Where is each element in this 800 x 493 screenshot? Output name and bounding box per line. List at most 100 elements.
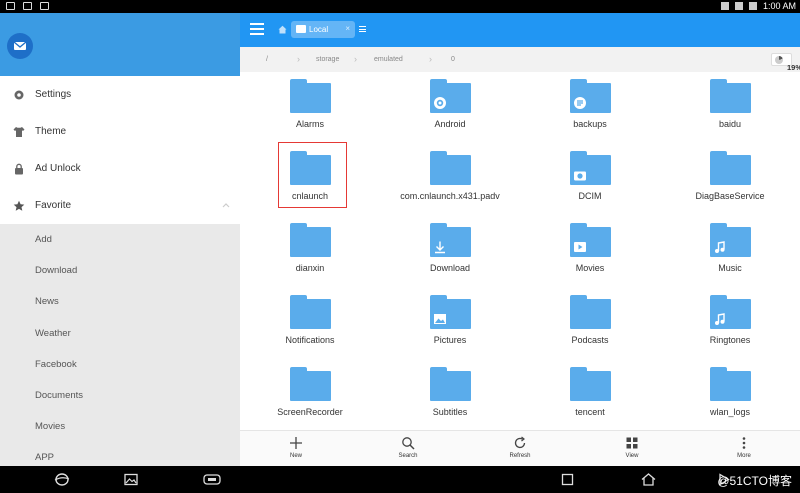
favorite-item-news[interactable]: News: [0, 286, 240, 317]
view-label: View: [625, 453, 639, 459]
folder-label: backups: [573, 119, 607, 129]
mail-icon: [13, 41, 27, 50]
breadcrumb-storage[interactable]: storage: [316, 56, 339, 63]
grid-view-icon: [626, 437, 638, 449]
folder-item[interactable]: wlan_logs: [660, 360, 800, 432]
folder-item[interactable]: Alarms: [240, 72, 380, 144]
folder-item[interactable]: Android: [380, 72, 520, 144]
folder-label: Download: [429, 263, 471, 273]
breadcrumb-0[interactable]: 0: [451, 56, 455, 63]
folder-item[interactable]: DiagBaseService: [660, 144, 800, 216]
folder-label: DCIM: [578, 191, 602, 201]
breadcrumb-root[interactable]: /: [266, 56, 268, 63]
status-notifications: [6, 2, 49, 10]
favorite-item-documents[interactable]: Documents: [0, 380, 240, 411]
download-icon: [433, 240, 447, 254]
browser-icon[interactable]: [54, 473, 70, 486]
gallery-icon[interactable]: [124, 473, 138, 486]
folder-label: DiagBaseService: [695, 191, 765, 201]
vibrate-icon: [720, 2, 729, 10]
folder-label: Movies: [575, 263, 605, 273]
folder-item[interactable]: Movies: [520, 216, 660, 288]
favorite-item-add[interactable]: Add: [0, 224, 240, 255]
folder-item[interactable]: ScreenRecorder: [240, 360, 380, 432]
favorite-item-weather[interactable]: Weather: [0, 318, 240, 349]
folder-item[interactable]: tencent: [520, 360, 660, 432]
folder-item[interactable]: cnlaunch: [240, 144, 380, 216]
chevron-right-icon: ›: [297, 54, 300, 64]
folder-icon: [290, 223, 331, 257]
folder-item[interactable]: Subtitles: [380, 360, 520, 432]
folder-item[interactable]: DCIM: [520, 144, 660, 216]
new-button[interactable]: New: [266, 436, 326, 459]
refresh-icon: [514, 436, 526, 449]
favorite-item-download[interactable]: Download: [0, 255, 240, 286]
chevron-right-icon: ›: [354, 54, 357, 64]
favorite-item-facebook[interactable]: Facebook: [0, 349, 240, 380]
favorite-item-movies[interactable]: Movies: [0, 411, 240, 442]
folder-icon: [290, 151, 331, 185]
folder-label: ScreenRecorder: [277, 407, 343, 417]
backup-icon: [573, 96, 587, 110]
gear-icon: [433, 96, 447, 110]
drawer-item-label: Ad Unlock: [35, 163, 81, 174]
folder-icon: [710, 79, 751, 113]
tab-label: Local: [309, 25, 329, 34]
folder-icon: [296, 25, 306, 33]
window-list-icon[interactable]: [359, 26, 366, 32]
plus-icon: [290, 437, 302, 449]
refresh-label: Refresh: [509, 453, 531, 459]
close-tab-icon[interactable]: ×: [345, 24, 350, 33]
menu-icon[interactable]: [250, 23, 264, 35]
folder-icon: [430, 367, 471, 401]
battery-icon: [748, 2, 757, 10]
image-notification-icon: [23, 2, 32, 10]
folder-grid: Alarms Android backups baidu cnlaunch com.cnl…: [240, 72, 800, 430]
vci-icon[interactable]: [203, 473, 221, 486]
favorite-list: Add Download News Weather Facebook Docum…: [0, 224, 240, 474]
folder-item[interactable]: Music: [660, 216, 800, 288]
more-button[interactable]: More: [714, 436, 774, 459]
drawer-header: [0, 13, 240, 76]
app-header: Local ×: [240, 13, 800, 47]
storage-usage-badge[interactable]: 19%: [771, 53, 800, 72]
folder-icon: [430, 223, 471, 257]
account-avatar[interactable]: [7, 33, 33, 59]
folder-item[interactable]: Download: [380, 216, 520, 288]
search-button[interactable]: Search: [378, 436, 438, 459]
more-dots-icon: [742, 437, 746, 449]
folder-item[interactable]: Notifications: [240, 288, 380, 360]
folder-item[interactable]: baidu: [660, 72, 800, 144]
folder-item[interactable]: com.cnlaunch.x431.padv: [380, 144, 520, 216]
folder-item[interactable]: Pictures: [380, 288, 520, 360]
search-icon: [402, 437, 415, 450]
breadcrumb-emulated[interactable]: emulated: [374, 56, 403, 63]
folder-label: Notifications: [285, 335, 335, 345]
storage-percent: 19%: [787, 63, 800, 72]
home-nav-icon[interactable]: [641, 473, 656, 486]
folder-icon: [570, 367, 611, 401]
folder-label: wlan_logs: [709, 407, 751, 417]
folder-icon: [710, 367, 751, 401]
folder-icon: [430, 295, 471, 329]
folder-label: Android: [434, 119, 466, 129]
folder-item[interactable]: Ringtones: [660, 288, 800, 360]
folder-icon: [430, 151, 471, 185]
folder-icon: [570, 295, 611, 329]
favorite-section-header[interactable]: Favorite: [0, 187, 240, 224]
view-button[interactable]: View: [602, 436, 662, 459]
storage-pie-icon: [775, 56, 783, 64]
drawer-item-settings[interactable]: Settings: [0, 76, 240, 113]
folder-item[interactable]: backups: [520, 72, 660, 144]
tab-local[interactable]: Local ×: [291, 21, 355, 38]
folder-item[interactable]: Podcasts: [520, 288, 660, 360]
home-icon[interactable]: [278, 25, 287, 34]
folder-icon: [710, 295, 751, 329]
drawer-item-theme[interactable]: Theme: [0, 113, 240, 150]
folder-item[interactable]: dianxin: [240, 216, 380, 288]
folder-label: Pictures: [433, 335, 467, 345]
new-label: New: [289, 453, 302, 459]
refresh-button[interactable]: Refresh: [490, 436, 550, 459]
back-icon[interactable]: [561, 473, 574, 486]
drawer-item-ad-unlock[interactable]: Ad Unlock: [0, 150, 240, 187]
